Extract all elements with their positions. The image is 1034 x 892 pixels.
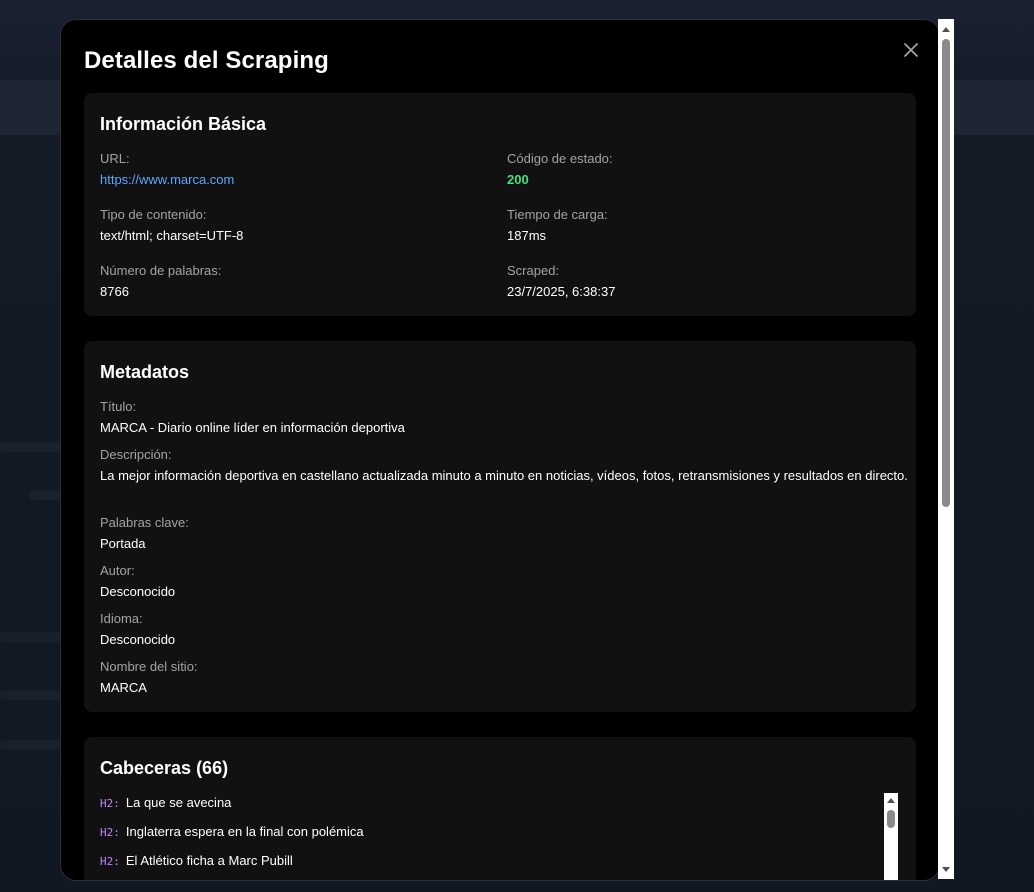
- scraped-label: Scraped:: [507, 263, 560, 278]
- url-field: URL: https://www.marca.com: [100, 150, 234, 190]
- meta-author-value: Desconocido: [100, 584, 176, 599]
- modal-scroll-down-button[interactable]: [938, 862, 954, 878]
- content-type-field: Tipo de contenido: text/html; charset=UT…: [100, 206, 243, 246]
- heading-item: H2: El Atlético ficha a Marc Pubill: [100, 852, 293, 871]
- metadata-title: Metadatos: [100, 362, 190, 382]
- word-count-field: Número de palabras: 8766: [100, 262, 221, 302]
- meta-site-name-label: Nombre del sitio:: [100, 659, 198, 674]
- heading-tag: H2:: [100, 797, 120, 810]
- meta-keywords-field: Palabras clave: Portada: [100, 514, 189, 554]
- meta-description-value: La mejor información deportiva en castel…: [100, 468, 908, 483]
- meta-site-name-field: Nombre del sitio: MARCA: [100, 658, 198, 698]
- heading-text: Inglaterra espera en la final con polémi…: [125, 824, 364, 839]
- meta-title-value: MARCA - Diario online líder en informaci…: [100, 420, 405, 435]
- basic-info-title: Información Básica: [100, 114, 267, 134]
- meta-language-label: Idioma:: [100, 611, 143, 626]
- meta-language-field: Idioma: Desconocido: [100, 610, 175, 650]
- headings-scroll-thumb[interactable]: [887, 810, 895, 828]
- url-label: URL:: [100, 151, 130, 166]
- heading-text: El Atlético ficha a Marc Pubill: [125, 853, 293, 868]
- modal-scroll-thumb[interactable]: [942, 39, 950, 507]
- close-icon: [904, 43, 918, 57]
- headings-title: Cabeceras (66): [100, 758, 229, 778]
- modal-scrollbar[interactable]: [938, 19, 954, 879]
- meta-site-name-value: MARCA: [100, 680, 147, 695]
- heading-item: H2: La que se avecina: [100, 794, 231, 813]
- scraped-value: 23/7/2025, 6:38:37: [507, 284, 616, 299]
- heading-item: H2: Inglaterra espera en la final con pol…: [100, 823, 364, 842]
- chevron-up-icon: [942, 27, 950, 32]
- basic-info-card: Información Básica URL: https://www.marc…: [84, 93, 916, 316]
- content-type-label: Tipo de contenido:: [100, 207, 207, 222]
- status-code-label: Código de estado:: [507, 151, 613, 166]
- meta-title-field: Título: MARCA - Diario online líder en i…: [100, 398, 405, 438]
- close-button[interactable]: [897, 36, 925, 64]
- meta-author-label: Autor:: [100, 563, 135, 578]
- scraping-details-modal: Detalles del Scraping Información Básica…: [60, 19, 940, 881]
- status-code-field: Código de estado: 200: [507, 150, 613, 190]
- load-time-value: 187ms: [507, 228, 547, 243]
- meta-keywords-value: Portada: [100, 536, 146, 551]
- heading-tag: H2:: [100, 826, 120, 839]
- word-count-value: 8766: [100, 284, 129, 299]
- load-time-label: Tiempo de carga:: [507, 207, 608, 222]
- meta-keywords-label: Palabras clave:: [100, 515, 189, 530]
- meta-description-field: Descripción: La mejor información deport…: [100, 446, 910, 486]
- scraped-field: Scraped: 23/7/2025, 6:38:37: [507, 262, 615, 302]
- word-count-label: Número de palabras:: [100, 263, 222, 278]
- modal-title: Detalles del Scraping: [84, 47, 329, 74]
- status-code-value: 200: [507, 172, 529, 187]
- meta-language-value: Desconocido: [100, 632, 176, 647]
- metadata-card: Metadatos Título: MARCA - Diario online …: [84, 341, 916, 712]
- content-type-value: text/html; charset=UTF-8: [100, 228, 244, 243]
- heading-text: La que se avecina: [125, 795, 232, 810]
- url-link[interactable]: https://www.marca.com: [100, 170, 234, 190]
- chevron-up-icon: [887, 798, 895, 803]
- backdrop-text: [0, 740, 60, 750]
- load-time-field: Tiempo de carga: 187ms: [507, 206, 608, 246]
- headings-card: Cabeceras (66) H2: La que se avecina H2: I…: [84, 737, 916, 880]
- headings-scrollbar[interactable]: [884, 793, 898, 880]
- meta-author-field: Autor: Desconocido: [100, 562, 175, 602]
- meta-description-label: Descripción:: [100, 447, 172, 462]
- chevron-down-icon: [942, 867, 950, 872]
- modal-scroll-up-button[interactable]: [938, 21, 954, 37]
- headings-scroll-up-button[interactable]: [884, 793, 898, 807]
- meta-title-label: Título:: [100, 399, 137, 414]
- heading-tag: H2:: [100, 855, 120, 868]
